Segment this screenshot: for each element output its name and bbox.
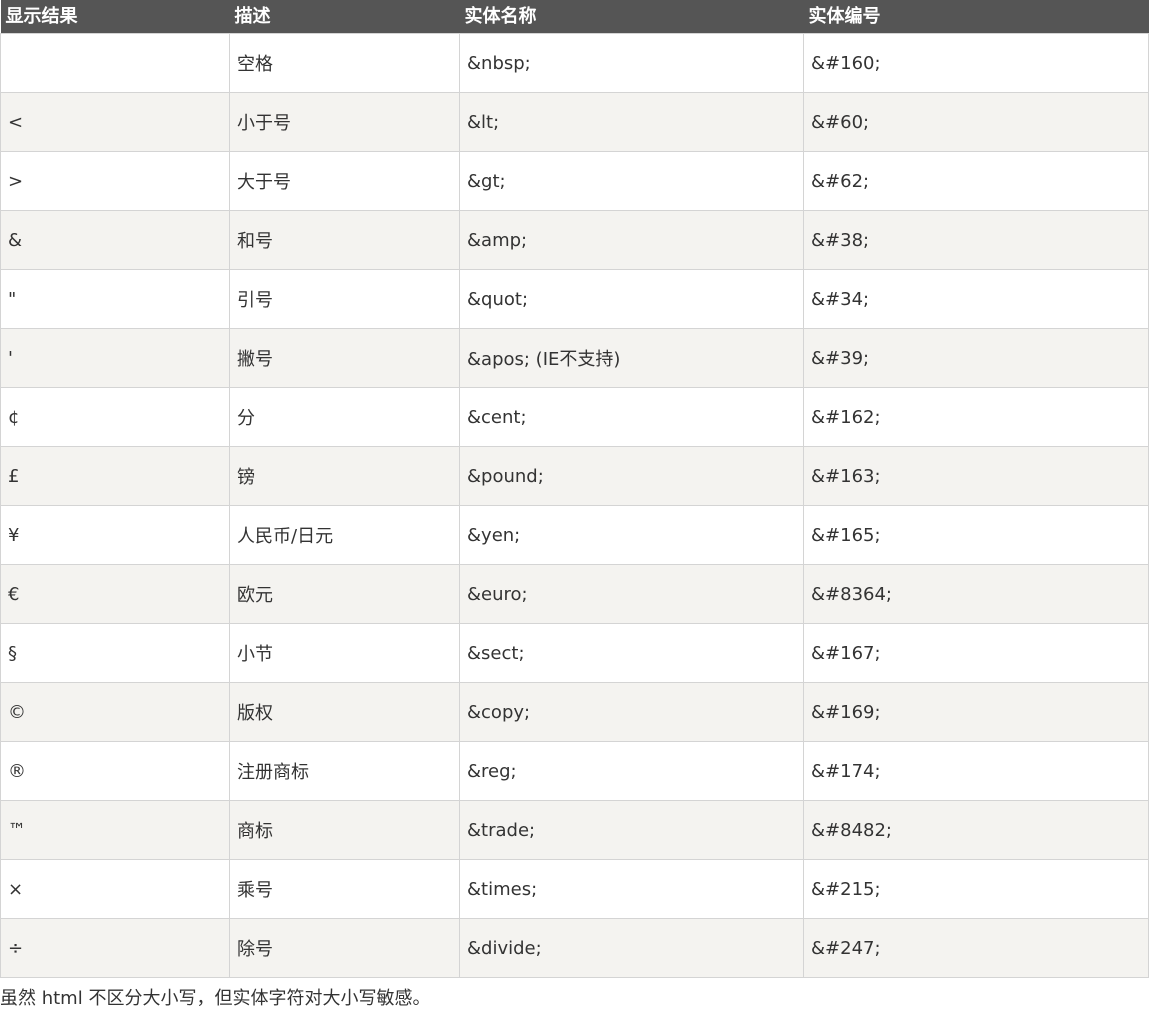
table-row: £ 镑 &pound; &#163; — [0, 446, 1149, 506]
table-row: ¥ 人民币/日元 &yen; &#165; — [0, 505, 1149, 565]
cell-description: 欧元 — [229, 564, 460, 624]
cell-entity-name: &pound; — [459, 446, 804, 506]
table-row: § 小节 &sect; &#167; — [0, 623, 1149, 683]
table-row: " 引号 &quot; &#34; — [0, 269, 1149, 329]
cell-entity-name: &apos; (IE不支持) — [459, 328, 804, 388]
case-sensitivity-note: 虽然 html 不区分大小写，但实体字符对大小写敏感。 — [0, 988, 431, 1009]
table-row: ÷ 除号 &divide; &#247; — [0, 918, 1149, 978]
cell-entity-name: &gt; — [459, 151, 804, 211]
cell-display: > — [0, 151, 230, 211]
cell-entity-number: &#247; — [803, 918, 1149, 978]
cell-entity-number: &#169; — [803, 682, 1149, 742]
cell-display: € — [0, 564, 230, 624]
header-entity-name: 实体名称 — [459, 0, 804, 34]
cell-entity-number: &#165; — [803, 505, 1149, 565]
cell-description: 空格 — [229, 33, 460, 93]
cell-display: ' — [0, 328, 230, 388]
table-row: 空格 &nbsp; &#160; — [0, 33, 1149, 93]
cell-entity-name: &cent; — [459, 387, 804, 447]
cell-entity-name: &euro; — [459, 564, 804, 624]
cell-entity-name: &reg; — [459, 741, 804, 801]
cell-display: " — [0, 269, 230, 329]
cell-entity-number: &#60; — [803, 92, 1149, 152]
table-row: & 和号 &amp; &#38; — [0, 210, 1149, 270]
cell-description: 商标 — [229, 800, 460, 860]
cell-display: © — [0, 682, 230, 742]
cell-entity-name: &yen; — [459, 505, 804, 565]
cell-display: ¥ — [0, 505, 230, 565]
cell-description: 引号 — [229, 269, 460, 329]
cell-entity-number: &#8482; — [803, 800, 1149, 860]
cell-display: ÷ — [0, 918, 230, 978]
cell-entity-name: &divide; — [459, 918, 804, 978]
cell-description: 除号 — [229, 918, 460, 978]
cell-description: 人民币/日元 — [229, 505, 460, 565]
cell-entity-name: &trade; — [459, 800, 804, 860]
table-row: ™ 商标 &trade; &#8482; — [0, 800, 1149, 860]
cell-entity-number: &#39; — [803, 328, 1149, 388]
cell-entity-name: &nbsp; — [459, 33, 804, 93]
header-description: 描述 — [229, 0, 460, 34]
cell-display: ¢ — [0, 387, 230, 447]
cell-entity-number: &#167; — [803, 623, 1149, 683]
cell-display: ™ — [0, 800, 230, 860]
cell-entity-name: &quot; — [459, 269, 804, 329]
cell-description: 乘号 — [229, 859, 460, 919]
cell-description: 大于号 — [229, 151, 460, 211]
cell-display: < — [0, 92, 230, 152]
cell-entity-name: &sect; — [459, 623, 804, 683]
table-row: ® 注册商标 &reg; &#174; — [0, 741, 1149, 801]
cell-entity-number: &#174; — [803, 741, 1149, 801]
header-entity-number: 实体编号 — [803, 0, 1149, 34]
cell-entity-number: &#62; — [803, 151, 1149, 211]
cell-entity-number: &#163; — [803, 446, 1149, 506]
table-row: € 欧元 &euro; &#8364; — [0, 564, 1149, 624]
cell-description: 撇号 — [229, 328, 460, 388]
cell-entity-number: &#162; — [803, 387, 1149, 447]
cell-description: 小于号 — [229, 92, 460, 152]
cell-entity-name: &amp; — [459, 210, 804, 270]
table-row: < 小于号 &lt; &#60; — [0, 92, 1149, 152]
cell-description: 和号 — [229, 210, 460, 270]
table-body: 空格 &nbsp; &#160; < 小于号 &lt; &#60; > 大于号 &gt; &#62;… — [0, 33, 1149, 978]
table-row: ' 撇号 &apos; (IE不支持) &#39; — [0, 328, 1149, 388]
cell-description: 分 — [229, 387, 460, 447]
table-row: ¢ 分 &cent; &#162; — [0, 387, 1149, 447]
header-row: 显示结果 描述 实体名称 实体编号 — [0, 0, 1149, 34]
cell-entity-number: &#215; — [803, 859, 1149, 919]
cell-entity-number: &#38; — [803, 210, 1149, 270]
cell-display — [0, 33, 230, 93]
header-display: 显示结果 — [0, 0, 230, 34]
entity-table: 显示结果 描述 实体名称 实体编号 空格 &nbsp; &#160; < 小于号 &lt;… — [0, 0, 1149, 978]
table-row: © 版权 &copy; &#169; — [0, 682, 1149, 742]
cell-entity-number: &#34; — [803, 269, 1149, 329]
cell-description: 小节 — [229, 623, 460, 683]
cell-description: 版权 — [229, 682, 460, 742]
cell-display: & — [0, 210, 230, 270]
cell-entity-name: &copy; — [459, 682, 804, 742]
cell-entity-number: &#8364; — [803, 564, 1149, 624]
cell-description: 注册商标 — [229, 741, 460, 801]
cell-display: § — [0, 623, 230, 683]
cell-entity-number: &#160; — [803, 33, 1149, 93]
cell-entity-name: &lt; — [459, 92, 804, 152]
cell-display: £ — [0, 446, 230, 506]
cell-display: ® — [0, 741, 230, 801]
table-header: 显示结果 描述 实体名称 实体编号 — [0, 0, 1149, 34]
table-row: > 大于号 &gt; &#62; — [0, 151, 1149, 211]
table-row: × 乘号 &times; &#215; — [0, 859, 1149, 919]
cell-display: × — [0, 859, 230, 919]
cell-description: 镑 — [229, 446, 460, 506]
cell-entity-name: &times; — [459, 859, 804, 919]
